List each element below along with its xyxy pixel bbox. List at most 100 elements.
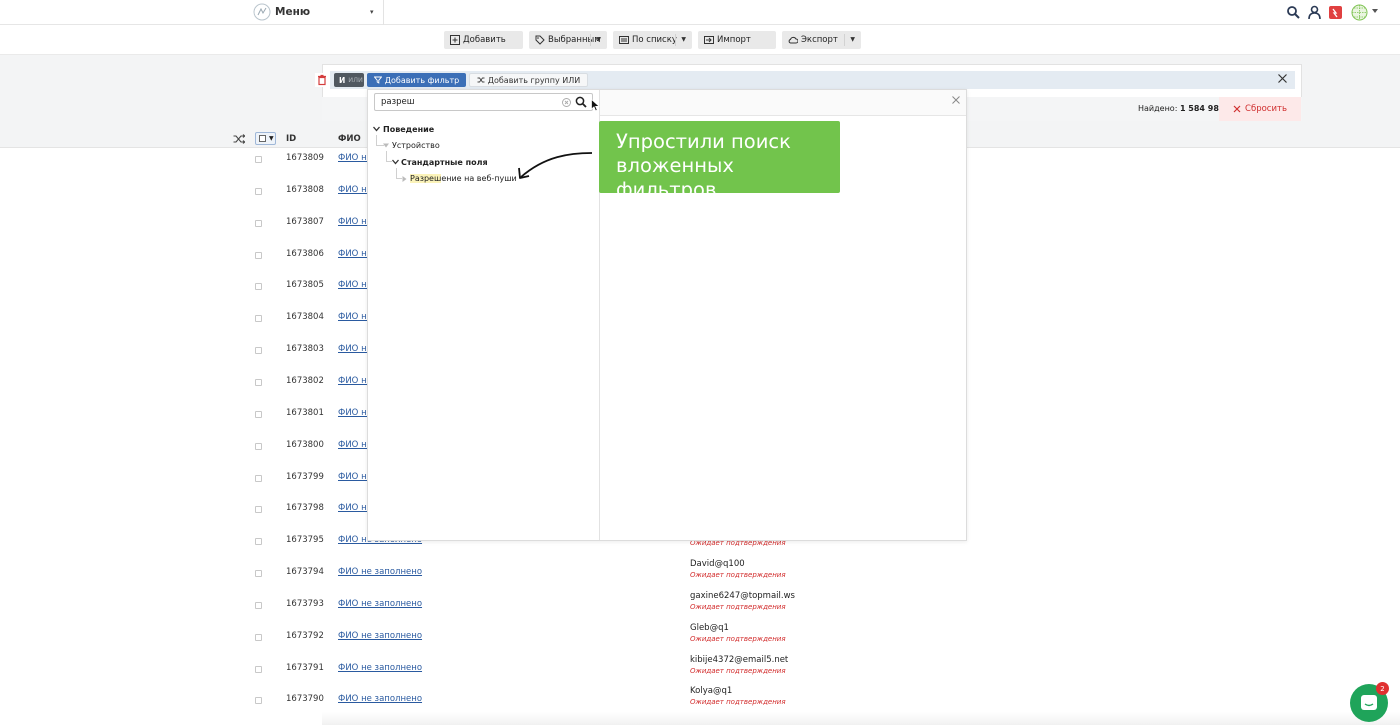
row-checkbox[interactable] bbox=[255, 538, 262, 545]
row-checkbox[interactable] bbox=[255, 188, 262, 195]
trash-icon[interactable] bbox=[315, 73, 329, 87]
row-id: 1673793 bbox=[286, 599, 324, 609]
tree-node-device[interactable]: Устройство bbox=[392, 141, 440, 150]
column-header-fio[interactable]: ФИО bbox=[338, 134, 361, 144]
found-label: Найдено: bbox=[1138, 104, 1178, 113]
row-checkbox[interactable] bbox=[255, 443, 262, 450]
search-match-highlight: Разреш bbox=[410, 174, 442, 183]
row-id: 1673803 bbox=[286, 344, 324, 354]
clear-icon[interactable] bbox=[562, 98, 571, 107]
row-checkbox[interactable] bbox=[255, 347, 262, 354]
row-id: 1673790 bbox=[286, 694, 324, 704]
row-checkbox[interactable] bbox=[255, 666, 262, 673]
select-all-checkbox[interactable]: ▼ bbox=[255, 132, 276, 145]
tree-node-web-push-permission[interactable]: Разрешение на веб-пуши bbox=[410, 174, 517, 183]
row-fio-link[interactable]: ФИО не заполнено bbox=[338, 599, 422, 609]
row-id: 1673808 bbox=[286, 185, 324, 195]
chevron-down-icon[interactable] bbox=[392, 159, 399, 165]
close-icon[interactable] bbox=[1277, 73, 1288, 84]
row-fio-link[interactable]: ФИО не заполнено bbox=[338, 663, 422, 673]
import-button[interactable]: Импорт bbox=[698, 31, 776, 49]
add-group-button[interactable]: Добавить группу ИЛИ bbox=[469, 73, 588, 87]
row-id: 1673792 bbox=[286, 631, 324, 641]
row-email: gaxine6247@topmail.ws bbox=[690, 591, 795, 601]
feature-callout: Упростили поиск вложенных фильтров bbox=[599, 121, 840, 201]
chevron-down-icon[interactable]: ▼ bbox=[681, 36, 686, 43]
selected-button-label: Выбранным bbox=[548, 35, 601, 45]
mail-icon[interactable] bbox=[1328, 5, 1343, 20]
tree-node-standard-fields[interactable]: Стандартные поля bbox=[401, 158, 488, 167]
tree-node-behavior[interactable]: Поведение bbox=[383, 125, 434, 134]
close-icon bbox=[1233, 105, 1241, 113]
row-id: 1673795 bbox=[286, 535, 324, 545]
reset-button[interactable]: Сбросить bbox=[1219, 97, 1301, 121]
row-fio-link[interactable]: ФИО не заполнено bbox=[338, 694, 422, 704]
by-list-button[interactable]: По списку ▼ bbox=[613, 31, 692, 49]
callout-line-2: вложенных фильтров bbox=[616, 154, 734, 201]
row-checkbox[interactable] bbox=[255, 283, 262, 290]
menu-caret-icon[interactable]: ▾ bbox=[370, 8, 374, 16]
search-icon[interactable] bbox=[575, 96, 587, 108]
chevron-down-icon[interactable] bbox=[383, 143, 389, 148]
plus-square-icon bbox=[450, 35, 460, 45]
found-counter: Найдено: 1 584 981 bbox=[1138, 104, 1224, 113]
tree-node-label-rest: ение на веб-пуши bbox=[441, 174, 517, 183]
row-checkbox[interactable] bbox=[255, 379, 262, 386]
row-checkbox[interactable] bbox=[255, 315, 262, 322]
filter-search-input[interactable] bbox=[381, 96, 551, 108]
logo-icon[interactable] bbox=[253, 3, 271, 21]
and-or-toggle[interactable]: И ИЛИ bbox=[334, 73, 364, 87]
chevron-down-icon[interactable]: ▼ bbox=[596, 36, 601, 43]
row-checkbox[interactable] bbox=[255, 570, 262, 577]
chevron-right-icon[interactable] bbox=[402, 176, 407, 182]
row-id: 1673798 bbox=[286, 503, 324, 513]
chevron-down-icon: ▼ bbox=[269, 135, 274, 142]
row-checkbox[interactable] bbox=[255, 411, 262, 418]
row-email: David@q100 bbox=[690, 559, 745, 569]
row-id: 1673801 bbox=[286, 408, 324, 418]
and-label: И bbox=[339, 75, 346, 85]
popup-header bbox=[600, 90, 966, 116]
row-checkbox[interactable] bbox=[255, 156, 262, 163]
row-fio-link[interactable]: ФИО не заполнено bbox=[338, 631, 422, 641]
search-icon[interactable] bbox=[1286, 5, 1301, 20]
add-filter-label: Добавить фильтр bbox=[384, 75, 460, 85]
row-id: 1673804 bbox=[286, 312, 324, 322]
or-label: ИЛИ bbox=[348, 76, 363, 84]
row-checkbox[interactable] bbox=[255, 697, 262, 704]
shuffle-icon[interactable] bbox=[233, 134, 245, 144]
selected-button[interactable]: Выбранным ▼ bbox=[529, 31, 607, 49]
row-id: 1673806 bbox=[286, 249, 324, 259]
bottom-bar bbox=[322, 712, 1400, 725]
row-checkbox[interactable] bbox=[255, 220, 262, 227]
row-checkbox[interactable] bbox=[255, 506, 262, 513]
row-id: 1673807 bbox=[286, 217, 324, 227]
row-status: Ожидает подтверждения bbox=[690, 635, 786, 643]
export-button-label: Экспорт bbox=[801, 35, 838, 45]
export-button[interactable]: Экспорт ▼ bbox=[782, 31, 861, 49]
row-checkbox[interactable] bbox=[255, 634, 262, 641]
tag-icon bbox=[535, 35, 545, 45]
column-header-id[interactable]: ID bbox=[286, 134, 296, 144]
user-icon[interactable] bbox=[1307, 5, 1322, 20]
row-id: 1673800 bbox=[286, 440, 324, 450]
chevron-down-icon[interactable] bbox=[373, 126, 380, 132]
row-id: 1673805 bbox=[286, 280, 324, 290]
add-button[interactable]: Добавить bbox=[444, 31, 523, 49]
row-checkbox[interactable] bbox=[255, 602, 262, 609]
row-status: Ожидает подтверждения bbox=[690, 667, 786, 675]
add-filter-button[interactable]: Добавить фильтр bbox=[367, 73, 466, 87]
row-checkbox[interactable] bbox=[255, 252, 262, 259]
globe-icon[interactable] bbox=[1351, 4, 1368, 21]
menu-button[interactable]: Меню bbox=[275, 6, 310, 18]
cloud-icon bbox=[788, 36, 798, 44]
close-icon[interactable] bbox=[952, 96, 960, 104]
row-status: Ожидает подтверждения bbox=[690, 603, 786, 611]
row-fio-link[interactable]: ФИО не заполнено bbox=[338, 567, 422, 577]
funnel-icon bbox=[373, 76, 382, 84]
row-checkbox[interactable] bbox=[255, 475, 262, 482]
filter-search-box[interactable] bbox=[374, 93, 593, 111]
chevron-down-icon[interactable]: ▼ bbox=[850, 36, 855, 43]
chevron-down-icon[interactable] bbox=[1372, 9, 1378, 14]
shuffle-icon bbox=[477, 77, 485, 83]
